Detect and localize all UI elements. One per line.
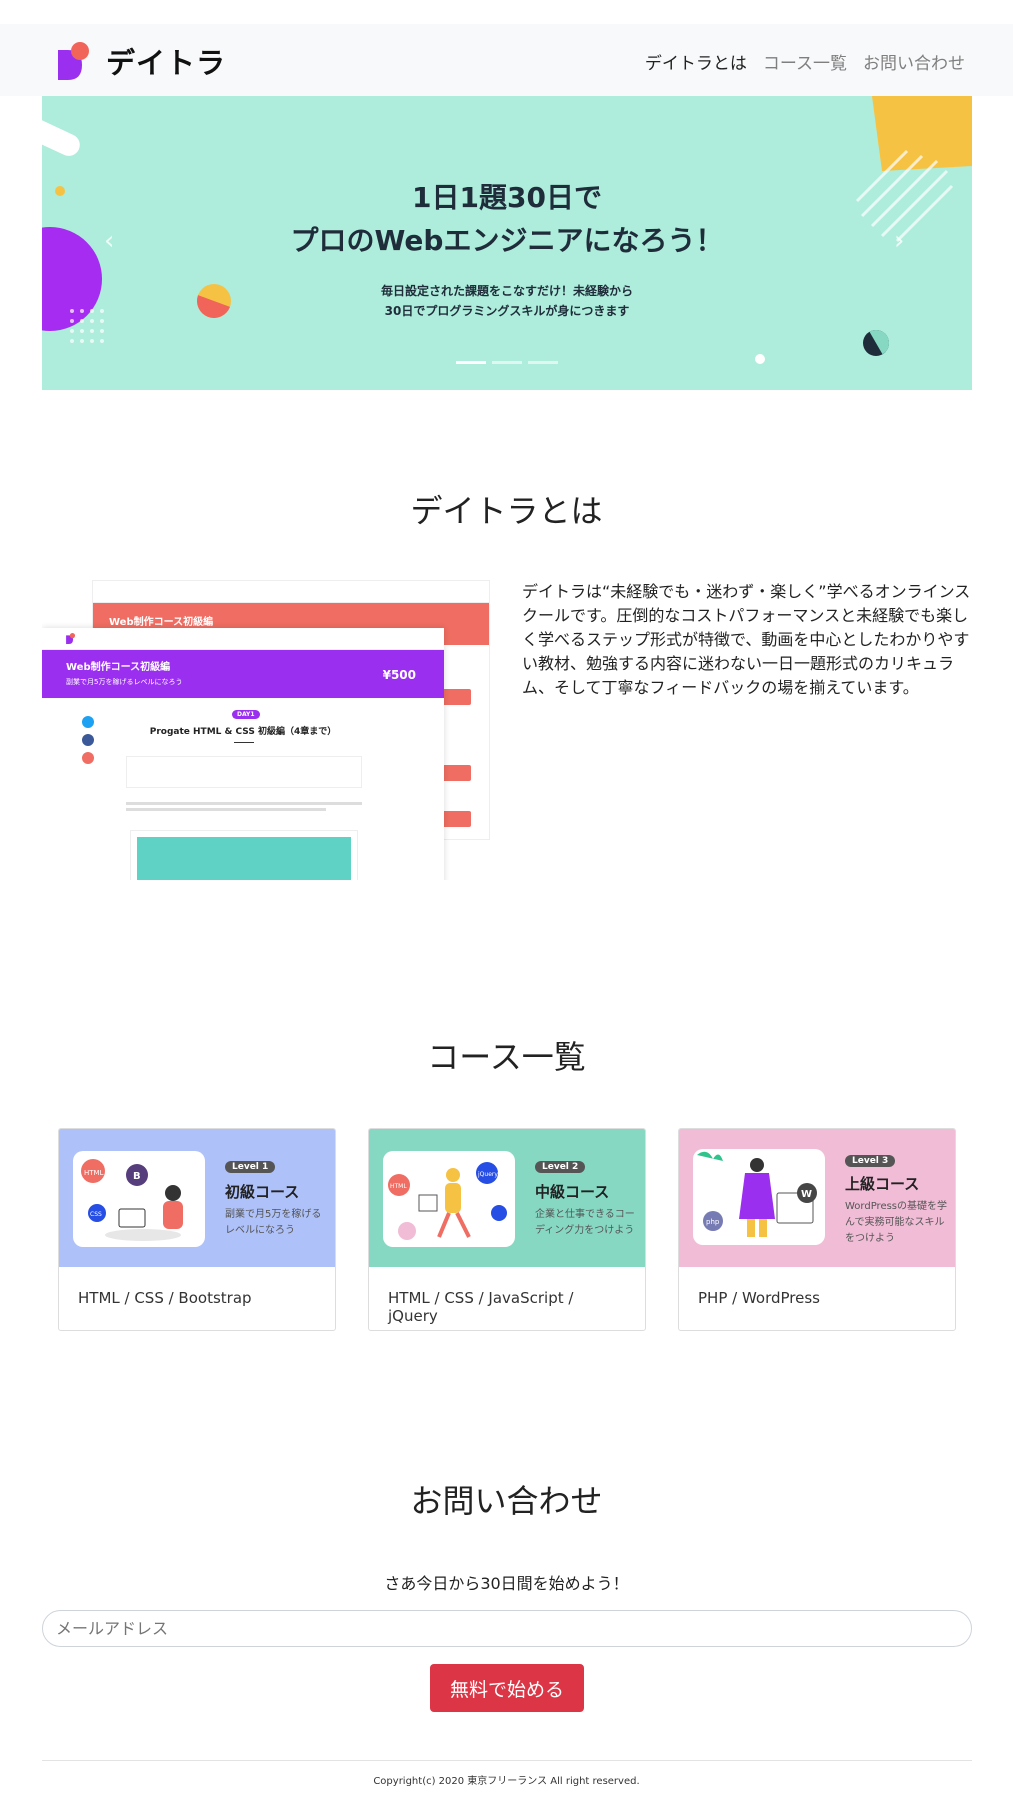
hero-carousel[interactable]: ‹ › 1日1題30日で プロのWebエンジニアになろう！ 毎日設定された課題を… — [42, 96, 972, 390]
course-tags: PHP / WordPress — [698, 1289, 820, 1307]
contact-lead: さあ今日から30日間を始めよう！ — [384, 1574, 629, 1593]
svg-text:HTML: HTML — [84, 1169, 104, 1177]
nav-link-contact[interactable]: お問い合わせ — [863, 49, 965, 74]
about-title: デイトラとは — [410, 492, 603, 530]
course-card-image: php W Level 3 上級コース WordPressの基礎を学んで実務可能… — [679, 1129, 955, 1267]
hero-subtitle-line1: 毎日設定された課題をこなすだけ！未経験から — [380, 284, 633, 298]
carousel-indicators — [456, 361, 558, 364]
screenshot-price: ¥500 — [382, 668, 416, 682]
start-free-button[interactable]: 無料で始める — [430, 1664, 584, 1712]
carousel-indicator[interactable] — [528, 361, 558, 364]
course-description: 企業と仕事できるコーディング力をつけよう — [535, 1209, 635, 1236]
course-illustration: HTML B CSS — [73, 1151, 205, 1247]
course-card-intermediate[interactable]: HTML jQuery Level 2 中級コース 企業と仕事できるコーディング… — [368, 1128, 646, 1331]
course-level-badge: Level 3 — [845, 1155, 896, 1167]
course-description: 副業で月5万を稼げるレベルになろう — [225, 1209, 322, 1236]
screenshot-front-window: Web制作コース初級編 副業で月5万を稼げるレベルになろう ¥500 DAY1 … — [42, 628, 444, 880]
about-screenshot: Web制作コース初級編 Web制作コース初級編 副業で月5万を稼げるレベルになろ… — [42, 580, 490, 880]
nav-link-about[interactable]: デイトラとは — [645, 49, 747, 74]
hero-subtitle-line2: 30日でプログラミングスキルが身につきます — [384, 304, 630, 318]
course-level-badge: Level 1 — [225, 1161, 276, 1173]
course-name: 中級コース — [535, 1183, 610, 1201]
svg-text:php: php — [706, 1218, 720, 1226]
course-illustration: HTML jQuery — [383, 1151, 515, 1247]
brand-logo[interactable]: デイトラ — [58, 41, 226, 81]
svg-text:HTML: HTML — [390, 1183, 407, 1190]
course-card-advanced[interactable]: php W Level 3 上級コース WordPressの基礎を学んで実務可能… — [678, 1128, 956, 1331]
footer-divider — [42, 1760, 972, 1761]
svg-text:B: B — [133, 1171, 141, 1182]
course-description: WordPressの基礎を学んで実務可能なスキルをつけよう — [845, 1201, 948, 1244]
nav-links: デイトラとは コース一覧 お問い合わせ — [645, 49, 965, 74]
nav-link-courses[interactable]: コース一覧 — [763, 49, 847, 74]
course-name: 初級コース — [225, 1183, 300, 1201]
navbar: デイトラ デイトラとは コース一覧 お問い合わせ — [0, 24, 1013, 96]
logo-icon — [58, 42, 89, 80]
hero-title-line2: プロのWebエンジニアになろう！ — [290, 224, 724, 257]
carousel-indicator[interactable] — [456, 361, 486, 364]
screenshot-lesson-title: Progate HTML & CSS 初級編（4章まで） — [149, 727, 337, 737]
course-tags: HTML / CSS / Bootstrap — [78, 1289, 252, 1307]
course-level-badge: Level 2 — [535, 1161, 586, 1173]
course-illustration: php W — [693, 1149, 825, 1245]
screenshot-front-subtitle: 副業で月5万を稼げるレベルになろう — [66, 678, 183, 686]
screenshot-day-badge: DAY1 — [232, 710, 260, 719]
contact-title: お問い合わせ — [410, 1482, 603, 1520]
hero-title-line1: 1日1題30日で — [412, 181, 602, 214]
about-description: デイトラは“未経験でも・迷わず・楽しく”学べるオンラインスクールです。圧倒的なコ… — [522, 582, 971, 697]
course-tags: HTML / CSS / JavaScript / jQuery — [388, 1289, 574, 1325]
copyright-text: Copyright(c) 2020 東京フリーランス All right res… — [373, 1776, 640, 1787]
course-card-image: HTML jQuery Level 2 中級コース 企業と仕事できるコーディング… — [369, 1129, 645, 1267]
screenshot-front-title: Web制作コース初級編 — [66, 662, 171, 673]
svg-text:CSS: CSS — [90, 1211, 102, 1218]
svg-text:jQuery: jQuery — [477, 1171, 498, 1178]
course-card-image: HTML B CSS Level 1 初級コース 副業で月5万を稼げるレベルにな… — [59, 1129, 335, 1267]
svg-text:W: W — [801, 1189, 812, 1200]
courses-title: コース一覧 — [427, 1038, 586, 1076]
brand-name: デイトラ — [106, 46, 227, 80]
email-field[interactable] — [42, 1610, 972, 1647]
course-card-beginner[interactable]: HTML B CSS Level 1 初級コース 副業で月5万を稼げるレベルにな… — [58, 1128, 336, 1331]
carousel-indicator[interactable] — [492, 361, 522, 364]
link-icon — [82, 752, 94, 764]
course-name: 上級コース — [845, 1175, 920, 1193]
